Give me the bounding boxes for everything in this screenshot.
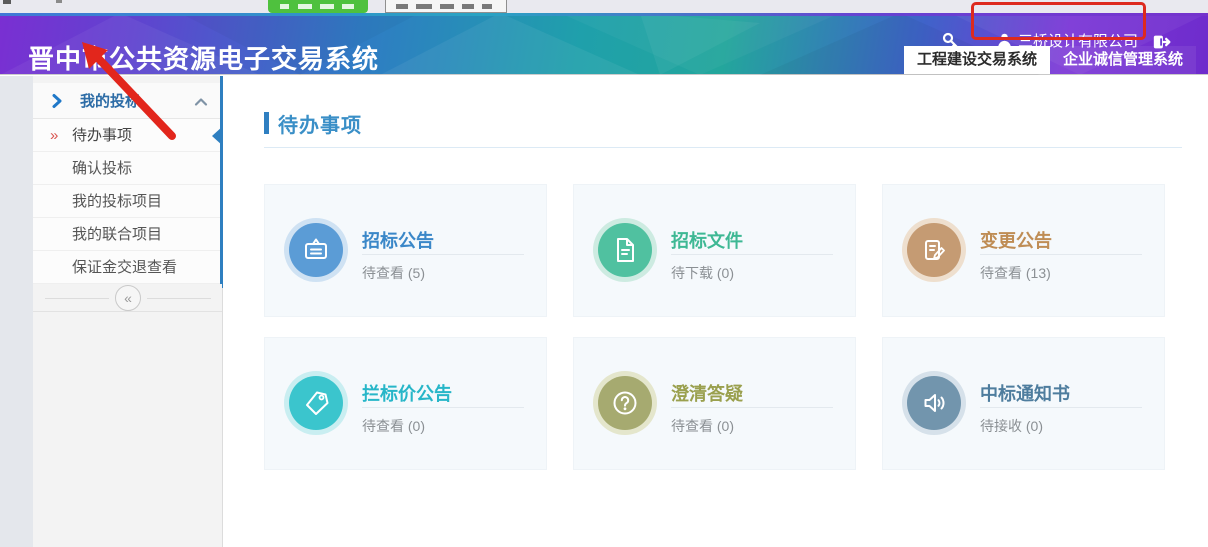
sidebar-item-label: 待办事项 xyxy=(72,127,132,144)
card-divider xyxy=(980,254,1142,255)
icon-circle xyxy=(289,376,343,430)
icon-circle xyxy=(598,376,652,430)
card-title: 拦标价公告 xyxy=(362,380,452,406)
price-tag-icon xyxy=(301,388,331,418)
sidebar-group-my-bids[interactable]: 我的投标 xyxy=(33,83,222,119)
card-status: 待查看 (5) xyxy=(362,263,425,283)
sidebar-item-label: 我的投标项目 xyxy=(72,193,162,210)
active-item-marker: » xyxy=(50,119,58,152)
section-title: 待办事项 xyxy=(278,109,362,138)
icon-halo xyxy=(902,218,966,282)
chevron-right-icon xyxy=(49,93,65,109)
section-underline xyxy=(264,147,1182,148)
header-accent-line xyxy=(0,13,1208,16)
card-price-cap-announcement[interactable]: 拦标价公告 待查看 (0) xyxy=(264,337,547,470)
speaker-icon xyxy=(919,388,949,418)
icon-halo xyxy=(902,371,966,435)
card-status: 待查看 (0) xyxy=(671,416,734,436)
card-title: 澄清答疑 xyxy=(671,380,743,406)
card-status: 待接收 (0) xyxy=(980,416,1043,436)
card-award-notice[interactable]: 中标通知书 待接收 (0) xyxy=(882,337,1165,470)
clipboard-pencil-icon xyxy=(919,235,949,265)
card-divider xyxy=(671,254,833,255)
document-icon xyxy=(610,235,640,265)
divider xyxy=(147,298,211,299)
card-status: 待查看 (13) xyxy=(980,263,1051,283)
tab-construction-trading[interactable]: 工程建设交易系统 xyxy=(904,46,1050,74)
icon-circle xyxy=(907,223,961,277)
card-bid-documents[interactable]: 招标文件 待下载 (0) xyxy=(573,184,856,317)
card-title: 招标公告 xyxy=(362,227,434,253)
sidebar-item-deposit-refund[interactable]: 保证金交退查看 xyxy=(33,251,222,284)
icon-circle xyxy=(289,223,343,277)
sidebar-item-confirm-bid[interactable]: 确认投标 xyxy=(33,152,222,185)
sidebar-item-label: 确认投标 xyxy=(72,160,132,177)
sidebar-item-my-joint-projects[interactable]: 我的联合项目 xyxy=(33,218,222,251)
icon-halo xyxy=(284,218,348,282)
card-change-announcement[interactable]: 变更公告 待查看 (13) xyxy=(882,184,1165,317)
card-divider xyxy=(980,407,1142,408)
card-clarification[interactable]: 澄清答疑 待查看 (0) xyxy=(573,337,856,470)
section-title-bar xyxy=(264,112,269,134)
card-status: 待下载 (0) xyxy=(671,263,734,283)
chevron-up-icon[interactable] xyxy=(193,94,209,110)
card-status: 待查看 (0) xyxy=(362,416,425,436)
left-gutter xyxy=(0,76,33,547)
sidebar-collapse-button[interactable]: « xyxy=(115,285,141,311)
card-bid-announcement[interactable]: 招标公告 待查看 (5) xyxy=(264,184,547,317)
announcement-icon xyxy=(301,235,331,265)
tab-enterprise-credit[interactable]: 企业诚信管理系统 xyxy=(1050,46,1196,74)
divider xyxy=(45,298,109,299)
system-tabs: 工程建设交易系统 企业诚信管理系统 xyxy=(904,46,1196,74)
sidebar-item-label: 保证金交退查看 xyxy=(72,259,177,276)
icon-circle xyxy=(598,223,652,277)
sidebar-item-label: 我的联合项目 xyxy=(72,226,162,243)
card-divider xyxy=(671,407,833,408)
app-window: 晋中市公共资源电子交易系统 三桥设计有限公司 工程建设交易系统 企业诚信管理系统 xyxy=(0,0,1208,547)
main-content: 待办事项 招标公告 待查看 (5) xyxy=(224,76,1208,547)
icon-circle xyxy=(907,376,961,430)
clipped-glyph xyxy=(3,0,11,4)
clipped-glyph xyxy=(56,0,62,3)
clipped-browser-bar xyxy=(0,0,1208,13)
card-divider xyxy=(362,407,524,408)
card-title: 变更公告 xyxy=(980,227,1052,253)
sidebar-collapse-row: « xyxy=(33,284,222,312)
icon-halo xyxy=(593,371,657,435)
question-icon xyxy=(610,388,640,418)
card-title: 中标通知书 xyxy=(980,380,1070,406)
clipped-green-button[interactable] xyxy=(268,0,368,13)
icon-halo xyxy=(284,371,348,435)
sidebar-active-edge xyxy=(220,76,223,288)
app-header: 晋中市公共资源电子交易系统 三桥设计有限公司 工程建设交易系统 企业诚信管理系统 xyxy=(0,13,1208,75)
sidebar-menu: » 待办事项 确认投标 我的投标项目 我的联合项目 保证金交退查看 xyxy=(33,119,222,284)
card-title: 招标文件 xyxy=(671,227,743,253)
sidebar-item-my-bid-projects[interactable]: 我的投标项目 xyxy=(33,185,222,218)
sidebar: 我的投标 » 待办事项 确认投标 我的投标项目 我的联合项目 保证金交退查看 xyxy=(33,76,223,547)
sidebar-group-label: 我的投标 xyxy=(80,90,140,111)
icon-halo xyxy=(593,218,657,282)
page-title: 晋中市公共资源电子交易系统 xyxy=(28,39,379,76)
clipped-grey-button[interactable] xyxy=(385,0,507,13)
card-divider xyxy=(362,254,524,255)
sidebar-item-todo[interactable]: » 待办事项 xyxy=(33,119,222,152)
